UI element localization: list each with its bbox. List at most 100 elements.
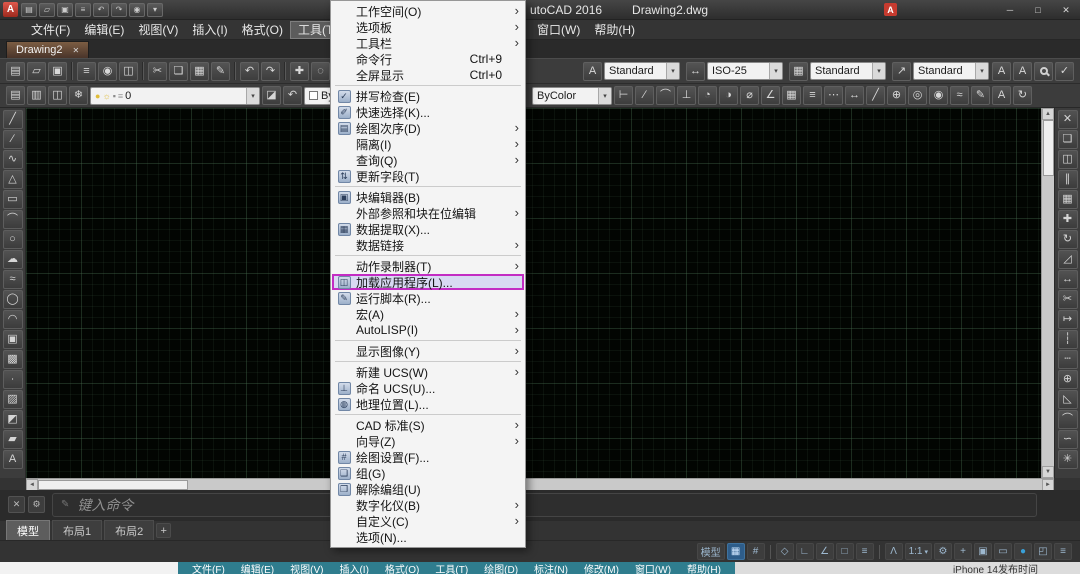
document-tab[interactable]: Drawing2 ✕ bbox=[6, 41, 89, 58]
layer-previous-icon[interactable]: ↶ bbox=[283, 86, 302, 105]
menubar-item[interactable]: 视图(V) bbox=[131, 21, 185, 39]
fillet-icon[interactable]: ⌒ bbox=[1058, 410, 1078, 429]
app-logo-icon[interactable]: A bbox=[3, 2, 18, 17]
combo-arrow-icon[interactable]: ▾ bbox=[769, 63, 782, 79]
wrench-icon[interactable]: ⚙ bbox=[28, 496, 45, 513]
menu-item[interactable]: 自定义(C)› bbox=[332, 513, 524, 529]
layer-combo[interactable]: ●☼▪≡ 0 ▾ bbox=[90, 87, 260, 105]
menubar-item[interactable]: 格式(O) bbox=[235, 21, 290, 39]
layout-tab[interactable]: 布局2 bbox=[104, 520, 154, 541]
dim-ordinate-icon[interactable]: ⊥ bbox=[677, 86, 696, 105]
publish-icon[interactable]: ◫ bbox=[119, 62, 138, 81]
menu-item[interactable]: 动作录制器(T)› bbox=[332, 258, 524, 274]
table-style-combo[interactable]: Standard▾ bbox=[810, 62, 886, 80]
construction-line-icon[interactable]: ∕ bbox=[3, 130, 23, 149]
circle-icon[interactable]: ○ bbox=[3, 230, 23, 249]
polar-tracking-icon[interactable]: ∠ bbox=[816, 543, 834, 560]
open-icon[interactable]: ▱ bbox=[39, 3, 55, 17]
menubar-item[interactable]: 帮助(H) bbox=[587, 21, 642, 39]
dim-angular-icon[interactable]: ∠ bbox=[761, 86, 780, 105]
move-icon[interactable]: ✚ bbox=[1058, 210, 1078, 229]
minimize-button[interactable]: ─ bbox=[996, 0, 1024, 20]
vertical-scrollbar[interactable]: ▲ ▼ bbox=[1041, 108, 1054, 478]
cut-icon[interactable]: ✂ bbox=[148, 62, 167, 81]
vertical-scroll-thumb[interactable] bbox=[1043, 120, 1054, 176]
scroll-up-button[interactable]: ▲ bbox=[1042, 108, 1054, 120]
plot-icon[interactable]: ≡ bbox=[77, 62, 96, 81]
menu-item[interactable]: CAD 标准(S)› bbox=[332, 417, 524, 433]
explode-icon[interactable]: ✳ bbox=[1058, 450, 1078, 469]
horizontal-scroll-thumb[interactable] bbox=[38, 480, 188, 490]
menubar-item[interactable]: 窗口(W) bbox=[530, 21, 587, 39]
menu-item[interactable]: 向导(Z)› bbox=[332, 433, 524, 449]
dim-continue-icon[interactable]: ⋯ bbox=[824, 86, 843, 105]
lineweight-icon[interactable]: ≡ bbox=[856, 543, 874, 560]
layer-freeze-icon[interactable]: ❄ bbox=[69, 86, 88, 105]
background-menu-item[interactable]: 视图(V) bbox=[290, 562, 323, 574]
text-style-a-icon[interactable]: A bbox=[992, 62, 1011, 81]
dim-quick-icon[interactable]: ▦ bbox=[782, 86, 801, 105]
line-icon[interactable]: ╱ bbox=[3, 110, 23, 129]
graphics-monitor-icon[interactable]: ▭ bbox=[994, 543, 1012, 560]
menu-item[interactable]: ◍地理位置(L)... bbox=[332, 396, 524, 412]
badge-icon[interactable]: ● bbox=[1014, 543, 1032, 560]
drawing-canvas[interactable] bbox=[26, 108, 1041, 478]
menubar-item[interactable]: 插入(I) bbox=[185, 21, 234, 39]
tolerance-icon[interactable]: ⊕ bbox=[887, 86, 906, 105]
erase-icon[interactable]: ✕ bbox=[1058, 110, 1078, 129]
center-mark-icon[interactable]: ◎ bbox=[908, 86, 927, 105]
dim-linear-icon[interactable]: ⊢ bbox=[614, 86, 633, 105]
workspace-gear-icon[interactable]: ⚙ bbox=[934, 543, 952, 560]
menubar-item[interactable]: 文件(F) bbox=[24, 21, 77, 39]
combo-arrow-icon[interactable]: ▾ bbox=[246, 88, 259, 104]
scroll-right-button[interactable]: ► bbox=[1042, 479, 1054, 491]
point-icon[interactable]: ∙ bbox=[3, 370, 23, 389]
make-object-layer-current-icon[interactable]: ◪ bbox=[262, 86, 281, 105]
background-menu-item[interactable]: 编辑(E) bbox=[241, 562, 274, 574]
menu-item[interactable]: 全屏显示Ctrl+0 bbox=[332, 67, 524, 83]
rectangle-icon[interactable]: ▭ bbox=[3, 190, 23, 209]
undo-icon[interactable]: ↶ bbox=[93, 3, 109, 17]
table-style-icon[interactable]: ▦ bbox=[789, 62, 808, 81]
menu-item[interactable]: 隔离(I)› bbox=[332, 136, 524, 152]
combo-arrow-icon[interactable]: ▾ bbox=[872, 63, 885, 79]
plot-preview-icon[interactable]: ◉ bbox=[129, 3, 145, 17]
rotate-icon[interactable]: ↻ bbox=[1058, 230, 1078, 249]
dim-break-icon[interactable]: ╱ bbox=[866, 86, 885, 105]
dim-style-combo[interactable]: ISO-25▾ bbox=[707, 62, 783, 80]
menu-item[interactable]: 选项(N)... bbox=[332, 529, 524, 545]
dim-inspect-icon[interactable]: ◉ bbox=[929, 86, 948, 105]
layer-isolate-icon[interactable]: ◫ bbox=[48, 86, 67, 105]
command-close-icon[interactable]: ✕ bbox=[8, 496, 25, 513]
workspace-dropdown-icon[interactable]: ▾ bbox=[147, 3, 163, 17]
match-properties-icon[interactable]: ✎ bbox=[211, 62, 230, 81]
stretch-icon[interactable]: ↔ bbox=[1058, 270, 1078, 289]
scroll-left-button[interactable]: ◄ bbox=[26, 479, 38, 491]
menu-item[interactable]: ▤绘图次序(D)› bbox=[332, 120, 524, 136]
annotation-visibility-icon[interactable]: Λ bbox=[885, 543, 903, 560]
menu-item[interactable]: ⇅更新字段(T) bbox=[332, 168, 524, 184]
break-at-point-icon[interactable]: ┆ bbox=[1058, 330, 1078, 349]
paste-icon[interactable]: ▦ bbox=[190, 62, 209, 81]
chamfer-icon[interactable]: ◺ bbox=[1058, 390, 1078, 409]
make-block-icon[interactable]: ▩ bbox=[3, 350, 23, 369]
lineweight-combo[interactable]: ByColor ▾ bbox=[532, 87, 612, 105]
array-icon[interactable]: ▦ bbox=[1058, 190, 1078, 209]
combo-arrow-icon[interactable]: ▾ bbox=[975, 63, 988, 79]
text-style-combo[interactable]: Standard▾ bbox=[604, 62, 680, 80]
menu-item[interactable]: ▣块编辑器(B) bbox=[332, 189, 524, 205]
hatch-icon[interactable]: ▨ bbox=[3, 390, 23, 409]
menu-item[interactable]: 选项板› bbox=[332, 19, 524, 35]
dim-style-icon[interactable]: ↔ bbox=[686, 62, 705, 81]
mleader-style-combo[interactable]: Standard▾ bbox=[913, 62, 989, 80]
osnap-icon[interactable]: □ bbox=[836, 543, 854, 560]
polyline-icon[interactable]: ∿ bbox=[3, 150, 23, 169]
plot-preview-icon[interactable]: ◉ bbox=[98, 62, 117, 81]
dim-update-icon[interactable]: ↻ bbox=[1013, 86, 1032, 105]
blend-icon[interactable]: ∽ bbox=[1058, 430, 1078, 449]
redo-icon[interactable]: ↷ bbox=[111, 3, 127, 17]
menu-item[interactable]: 工具栏› bbox=[332, 35, 524, 51]
layout-tab[interactable]: 布局1 bbox=[52, 520, 102, 541]
clean-screen-icon[interactable]: ◰ bbox=[1034, 543, 1052, 560]
menu-item[interactable]: 外部参照和块在位编辑› bbox=[332, 205, 524, 221]
